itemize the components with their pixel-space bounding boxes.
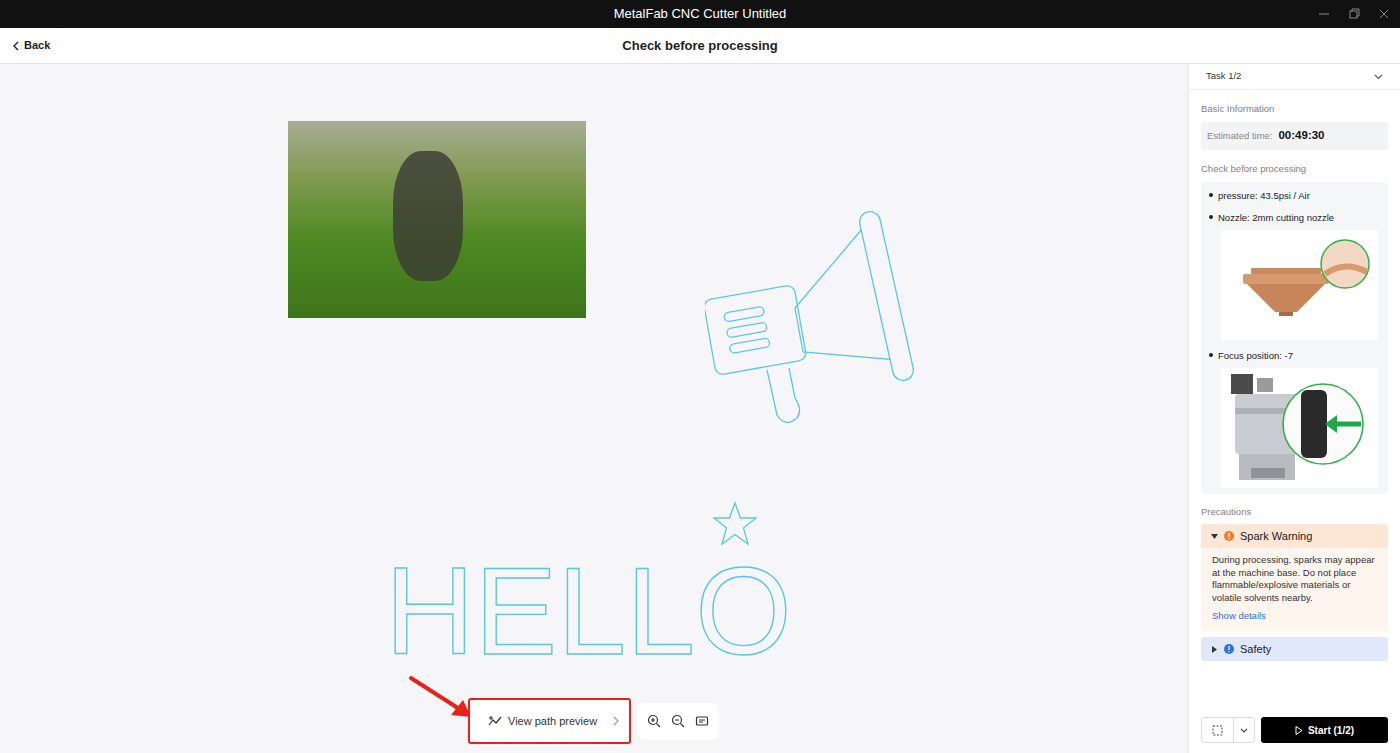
preview-label: View path preview bbox=[508, 713, 597, 730]
selection-split-button[interactable] bbox=[1201, 717, 1255, 743]
zoom-in-icon[interactable] bbox=[647, 714, 661, 728]
info-icon bbox=[1224, 531, 1234, 541]
back-chevron-icon bbox=[12, 41, 20, 51]
canvas[interactable]: HELLO View path preview bbox=[0, 64, 1188, 753]
disclosure-triangle-icon bbox=[1211, 646, 1218, 653]
path-preview-icon bbox=[488, 715, 502, 727]
task-label: Task 1/2 bbox=[1206, 69, 1241, 83]
chevron-right-icon bbox=[613, 716, 619, 726]
minimize-icon[interactable] bbox=[1316, 6, 1332, 22]
annotation-highlight-box bbox=[468, 698, 631, 744]
time-value: 00:49:30 bbox=[1278, 127, 1324, 144]
precaution-header[interactable]: Safety bbox=[1201, 637, 1388, 661]
title-bar: MetalFab CNC Cutter Untitled bbox=[0, 0, 1400, 28]
precaution-title: Spark Warning bbox=[1240, 528, 1312, 545]
page-title: Check before processing bbox=[622, 36, 777, 56]
time-label: Estimated time: bbox=[1207, 129, 1272, 143]
bullet-dot bbox=[1209, 353, 1213, 357]
check-text: pressure: 43.5psi / Air bbox=[1218, 189, 1310, 202]
canvas-toolbar: View path preview bbox=[470, 700, 719, 742]
check-text: Focus position: -7 bbox=[1218, 349, 1293, 362]
nozzle-image bbox=[1221, 230, 1378, 340]
fit-screen-icon[interactable] bbox=[695, 714, 709, 728]
check-item: Nozzle: 2mm cutting nozzle bbox=[1209, 211, 1384, 340]
play-icon bbox=[1295, 726, 1303, 735]
check-list: pressure: 43.5psi / Air Nozzle: 2mm cutti… bbox=[1201, 182, 1388, 494]
check-text: Nozzle: 2mm cutting nozzle bbox=[1218, 211, 1334, 224]
annotation-arrow-icon bbox=[405, 672, 475, 722]
time-box: Estimated time: 00:49:30 bbox=[1201, 122, 1388, 149]
bullet-dot bbox=[1209, 215, 1213, 219]
start-label: Start (1/2) bbox=[1308, 723, 1354, 738]
window-controls bbox=[1316, 0, 1392, 28]
start-button[interactable]: Start (1/2) bbox=[1261, 717, 1388, 743]
side-panel: Task 1/2 Basic Information Estimated time:… bbox=[1188, 64, 1400, 753]
precaution-body: During processing, sparks may appear at … bbox=[1212, 554, 1377, 604]
task-selector[interactable]: Task 1/2 bbox=[1189, 64, 1400, 90]
window-title: MetalFab CNC Cutter Untitled bbox=[614, 4, 787, 24]
precaution-header[interactable]: Spark Warning bbox=[1201, 524, 1388, 548]
close-icon[interactable] bbox=[1376, 6, 1392, 22]
preview-wrapper: View path preview bbox=[470, 700, 629, 742]
star-figure[interactable] bbox=[711, 501, 759, 547]
back-label: Back bbox=[24, 37, 50, 54]
hello-text-figure[interactable]: HELLO bbox=[385, 549, 792, 673]
info-icon bbox=[1224, 644, 1234, 654]
section-label: Basic Information bbox=[1201, 102, 1388, 116]
chevron-down-icon bbox=[1240, 728, 1248, 733]
zoom-tools bbox=[637, 703, 719, 739]
back-button[interactable]: Back bbox=[0, 37, 622, 54]
precaution-card: Spark Warning During processing, sparks m… bbox=[1201, 524, 1388, 631]
section-label: Check before processing bbox=[1201, 162, 1388, 176]
bullet-dot bbox=[1209, 193, 1213, 197]
select-frame-icon bbox=[1212, 725, 1223, 736]
app-window: MetalFab CNC Cutter Untitled Back Check be… bbox=[0, 0, 1400, 753]
focus-image bbox=[1221, 368, 1378, 488]
check-item: pressure: 43.5psi / Air bbox=[1209, 189, 1384, 202]
show-details-link[interactable]: Show details bbox=[1212, 609, 1377, 623]
precaution-title: Safety bbox=[1240, 641, 1271, 658]
precaution-card: Safety bbox=[1201, 637, 1388, 661]
zoom-out-icon[interactable] bbox=[671, 714, 685, 728]
section-label: Precautions bbox=[1201, 505, 1388, 519]
view-path-preview-button[interactable]: View path preview bbox=[470, 700, 629, 742]
megaphone-figure[interactable] bbox=[705, 210, 917, 428]
restore-icon[interactable] bbox=[1346, 6, 1362, 22]
disclosure-triangle-icon bbox=[1211, 533, 1218, 540]
header-bar: Back Check before processing bbox=[0, 28, 1400, 64]
check-item: Focus position: -7 bbox=[1209, 349, 1384, 488]
chevron-down-icon bbox=[1374, 74, 1383, 80]
kitten-photo[interactable] bbox=[288, 121, 586, 318]
